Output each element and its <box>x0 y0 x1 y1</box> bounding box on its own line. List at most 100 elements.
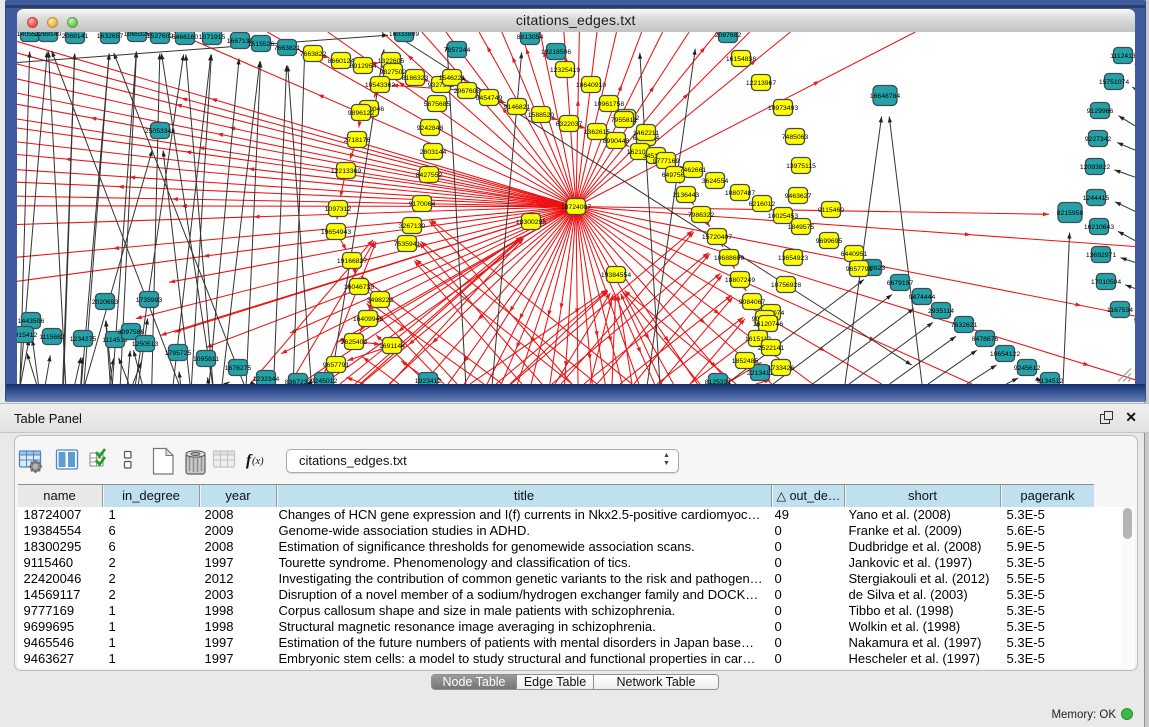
svg-text:9474444: 9474444 <box>908 294 935 301</box>
svg-text:16120746: 16120746 <box>752 321 782 328</box>
svg-text:13975115: 13975115 <box>786 163 816 170</box>
svg-text:1735993: 1735993 <box>135 297 162 304</box>
svg-text:3267130: 3267130 <box>398 223 425 230</box>
svg-text:1546221: 1546221 <box>438 75 465 82</box>
svg-text:16409948: 16409948 <box>352 316 382 323</box>
svg-text:16033809: 16033809 <box>388 32 418 38</box>
svg-text:10654122: 10654122 <box>989 351 1019 358</box>
svg-text:13654923: 13654923 <box>777 255 807 262</box>
svg-text:3498222: 3498222 <box>366 297 393 304</box>
svg-text:17010504: 17010504 <box>1090 279 1120 286</box>
svg-text:1232344: 1232344 <box>252 376 279 383</box>
svg-text:1250513: 1250513 <box>131 341 158 348</box>
svg-text:1632657: 1632657 <box>96 33 123 40</box>
svg-text:9699695: 9699695 <box>815 238 842 245</box>
svg-text:8367232: 8367232 <box>284 379 311 384</box>
svg-text:2522141: 2522141 <box>757 345 784 352</box>
svg-text:1097312: 1097312 <box>324 206 351 213</box>
svg-text:1588520: 1588520 <box>527 112 554 119</box>
svg-text:2935114: 2935114 <box>928 308 954 315</box>
svg-text:1678275: 1678275 <box>224 365 251 372</box>
svg-text:1244415: 1244415 <box>1082 195 1109 202</box>
svg-text:10807487: 10807487 <box>724 190 754 197</box>
svg-text:1167534: 1167534 <box>1107 307 1133 314</box>
svg-text:2803144: 2803144 <box>419 149 446 156</box>
svg-text:9129966: 9129966 <box>1086 108 1113 115</box>
svg-text:1462211: 1462211 <box>633 130 659 137</box>
svg-text:16046738: 16046738 <box>343 284 373 291</box>
svg-text:7632621: 7632621 <box>950 322 977 329</box>
svg-text:8125331: 8125331 <box>704 379 731 384</box>
svg-text:18724007: 18724007 <box>560 204 590 211</box>
svg-text:12213369: 12213369 <box>330 168 360 175</box>
svg-text:8478676: 8478676 <box>971 336 998 343</box>
svg-text:9084067: 9084067 <box>738 299 765 306</box>
svg-text:7625402: 7625402 <box>340 339 367 346</box>
svg-text:1849575: 1849575 <box>787 224 814 231</box>
svg-text:1443506: 1443506 <box>17 318 44 325</box>
svg-text:1115682: 1115682 <box>39 334 65 341</box>
svg-text:7462661: 7462661 <box>679 167 706 174</box>
svg-text:16648784: 16648784 <box>869 93 899 100</box>
svg-text:1234275: 1234275 <box>69 336 96 343</box>
svg-text:2718176: 2718176 <box>343 137 370 144</box>
svg-text:7663822: 7663822 <box>299 51 326 58</box>
svg-text:8454749: 8454749 <box>475 95 502 102</box>
svg-text:1112413: 1112413 <box>1110 53 1135 60</box>
svg-text:10688609: 10688609 <box>713 255 743 262</box>
svg-text:(x): (x) <box>252 456 264 467</box>
svg-text:3915412: 3915412 <box>17 332 37 339</box>
svg-text:10756928: 10756928 <box>770 282 800 289</box>
svg-text:19218506: 19218506 <box>540 49 570 56</box>
svg-text:8912954: 8912954 <box>349 63 376 70</box>
svg-text:10961758: 10961758 <box>593 101 623 108</box>
svg-text:18807249: 18807249 <box>724 277 754 284</box>
svg-text:7986322: 7986322 <box>687 212 714 219</box>
svg-text:2269140: 2269140 <box>34 32 61 38</box>
svg-text:9170064: 9170064 <box>408 201 435 208</box>
svg-text:6466160: 6466160 <box>171 34 198 41</box>
svg-text:10973493: 10973493 <box>767 105 797 112</box>
svg-text:19654943: 19654943 <box>320 229 350 236</box>
svg-text:9245012: 9245012 <box>310 378 337 384</box>
svg-text:7955812: 7955812 <box>610 117 637 124</box>
svg-text:8186323: 8186323 <box>401 75 428 82</box>
svg-text:12093822: 12093822 <box>1079 164 1109 171</box>
svg-text:2069141: 2069141 <box>61 33 88 40</box>
svg-text:7857244: 7857244 <box>443 47 470 54</box>
svg-text:1923412: 1923412 <box>414 378 441 384</box>
svg-text:9134512: 9134512 <box>1036 378 1063 384</box>
svg-text:18300295: 18300295 <box>515 219 545 226</box>
svg-text:13692971: 13692971 <box>1085 252 1115 259</box>
svg-text:7515526: 7515526 <box>247 41 274 48</box>
svg-text:15720407: 15720407 <box>701 234 731 241</box>
svg-text:2136443: 2136443 <box>672 192 699 199</box>
svg-text:9463627: 9463627 <box>784 193 811 200</box>
svg-text:9657791: 9657791 <box>322 362 349 369</box>
svg-text:9115460: 9115460 <box>818 207 844 214</box>
svg-text:3624554: 3624554 <box>701 178 728 185</box>
svg-text:9245612: 9245612 <box>1013 365 1040 372</box>
svg-text:9146821: 9146821 <box>503 104 530 111</box>
svg-text:9242848: 9242848 <box>416 125 443 132</box>
svg-text:15751074: 15751074 <box>1098 79 1128 86</box>
svg-text:6440951: 6440951 <box>840 251 867 258</box>
svg-text:12325419: 12325419 <box>549 67 579 74</box>
svg-text:8427552: 8427552 <box>415 172 442 179</box>
svg-text:9227342: 9227342 <box>1084 136 1111 143</box>
svg-text:6679197: 6679197 <box>886 280 913 287</box>
svg-text:1527602: 1527602 <box>146 33 173 40</box>
svg-text:6322037: 6322037 <box>555 121 582 128</box>
svg-text:1733426: 1733426 <box>767 365 794 372</box>
svg-text:5875685: 5875685 <box>423 101 450 108</box>
svg-text:2087682: 2087682 <box>714 32 741 39</box>
svg-text:9896122: 9896122 <box>347 110 374 117</box>
svg-text:10543362: 10543362 <box>364 82 394 89</box>
svg-text:18640910: 18640910 <box>575 82 605 89</box>
svg-text:9657791: 9657791 <box>845 266 872 273</box>
svg-text:7485063: 7485063 <box>781 134 808 141</box>
svg-text:1071915: 1071915 <box>198 34 225 41</box>
svg-text:19166827: 19166827 <box>336 258 366 265</box>
svg-text:7535941: 7535941 <box>393 241 420 248</box>
svg-text:6216012: 6216012 <box>748 201 775 208</box>
